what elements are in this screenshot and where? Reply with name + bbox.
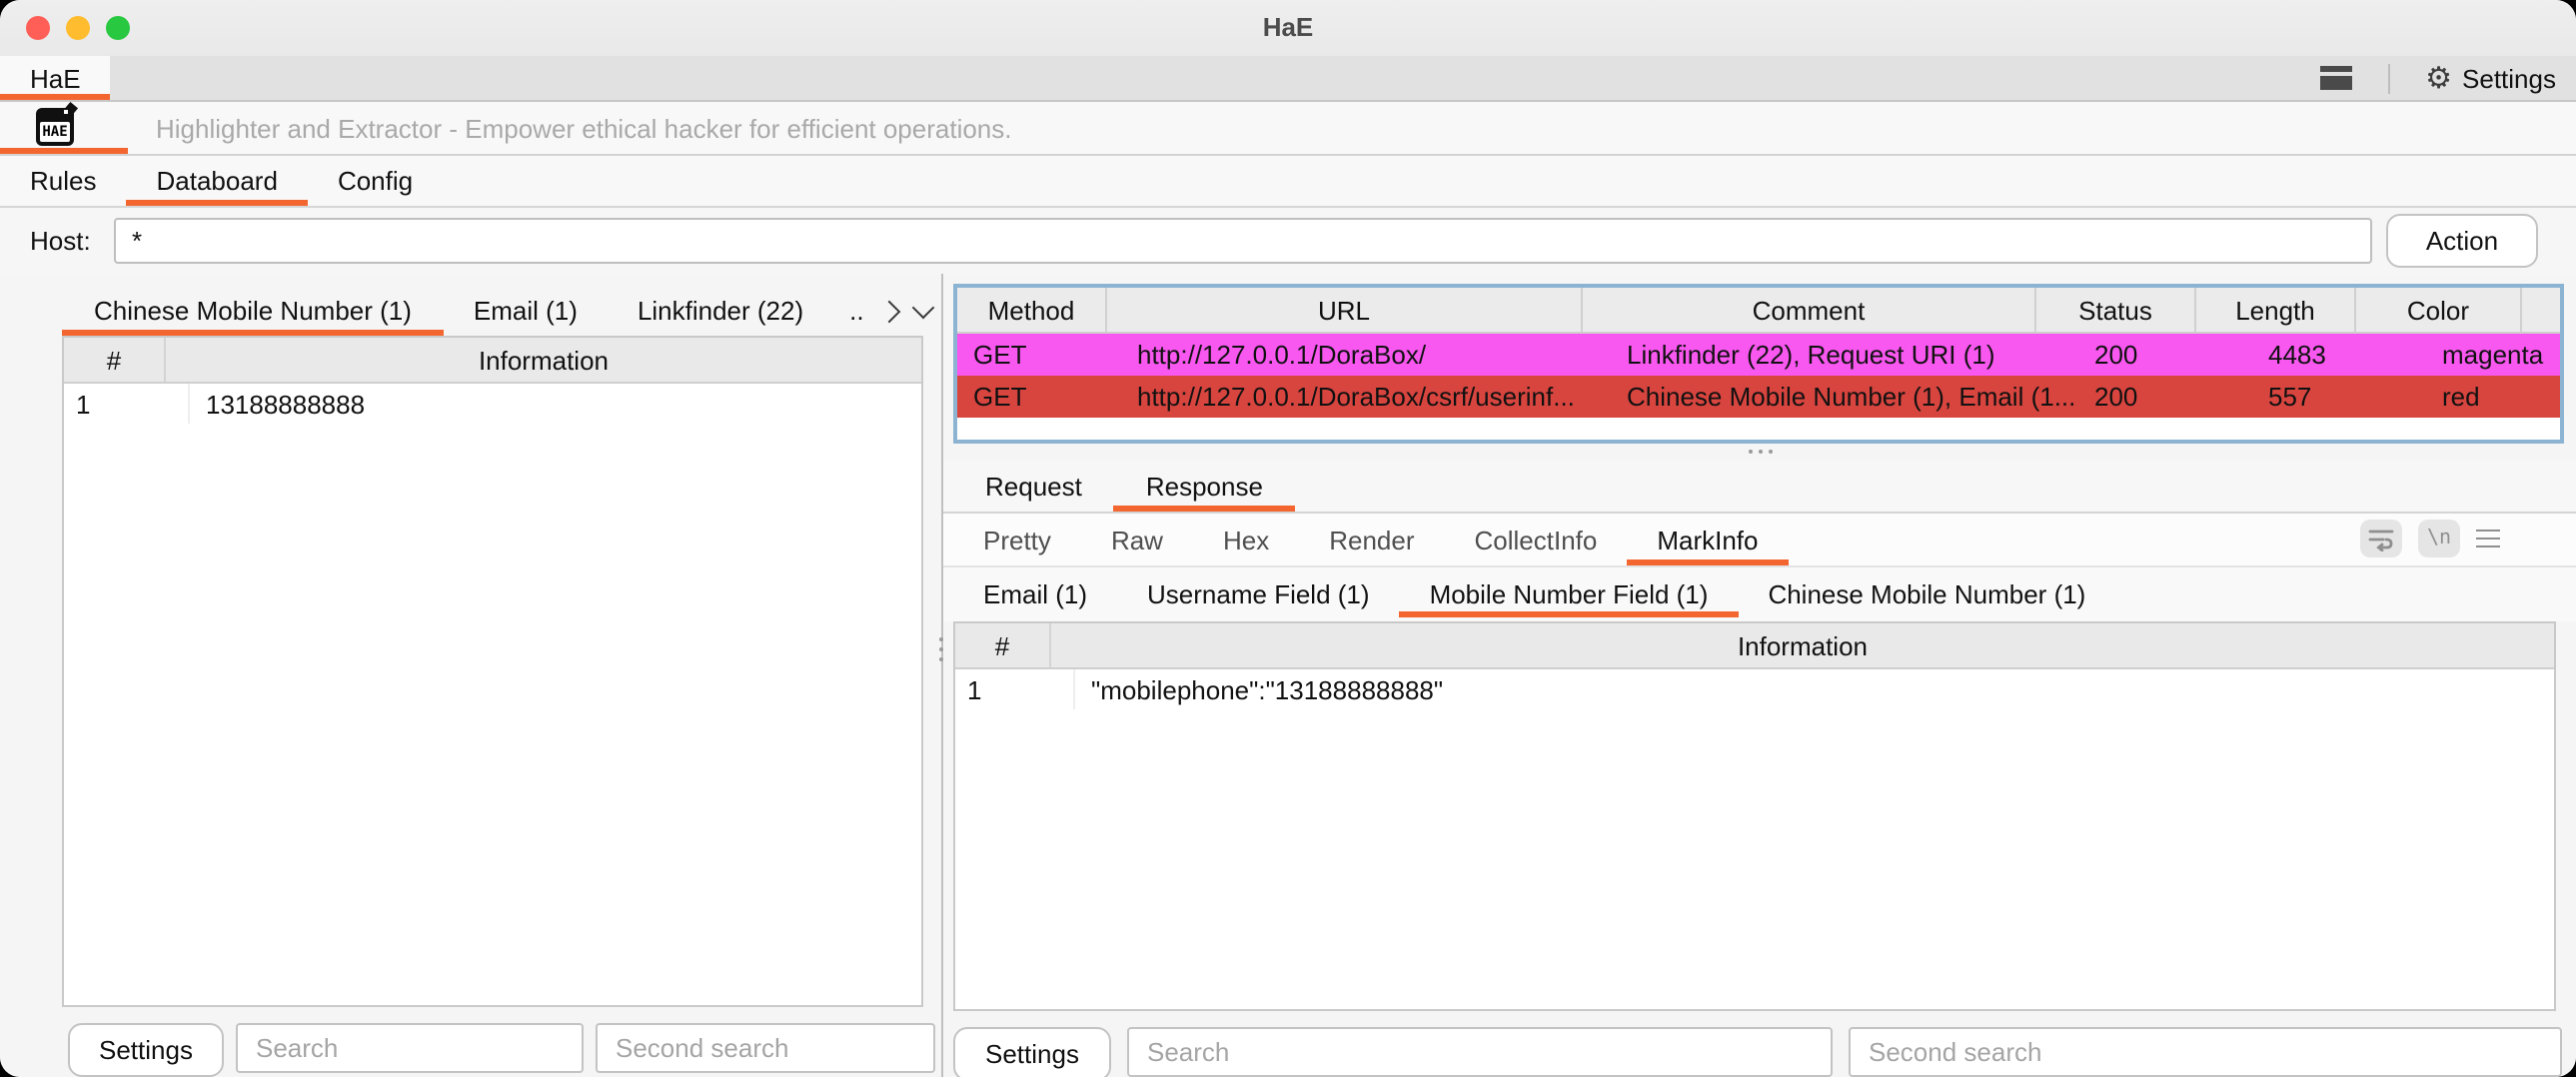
extract-type-tabs: Chinese Mobile Number (1) Email (1) Link…: [0, 286, 941, 336]
tab-request[interactable]: Request: [953, 460, 1114, 512]
right-panel: Method URL Comment Status Length Color G…: [943, 274, 2576, 1077]
column-header-num[interactable]: #: [955, 623, 1051, 667]
host-input[interactable]: [114, 218, 2372, 264]
column-header-comment[interactable]: Comment: [1583, 288, 2036, 332]
column-header-information[interactable]: Information: [1051, 623, 2554, 667]
right-footer: Settings: [943, 1027, 2576, 1077]
tab-mobile-number-field[interactable]: Mobile Number Field (1): [1400, 567, 1739, 621]
horizontal-splitter[interactable]: [943, 444, 2576, 460]
table-row[interactable]: 1 13188888888: [64, 384, 921, 424]
tab-hae-label: HaE: [30, 63, 81, 93]
tab-render[interactable]: Render: [1299, 514, 1444, 565]
request-row-red[interactable]: GET http://127.0.0.1/DoraBox/csrf/userin…: [957, 376, 2560, 418]
tab-email[interactable]: Email (1): [444, 286, 608, 336]
left-panel: Chinese Mobile Number (1) Email (1) Link…: [0, 274, 941, 1077]
tab-hae[interactable]: HaE: [0, 56, 111, 100]
tab-markinfo[interactable]: MarkInfo: [1627, 514, 1788, 565]
column-header-url[interactable]: URL: [1107, 288, 1583, 332]
app-window: HaE HaE ⚙ Settings HAE Highlighter and E…: [0, 0, 2576, 1077]
action-button[interactable]: Action: [2386, 214, 2538, 268]
databoard-content: Chinese Mobile Number (1) Email (1) Link…: [0, 274, 2576, 1077]
column-header-method[interactable]: Method: [957, 288, 1107, 332]
tab-databoard[interactable]: Databoard: [127, 156, 308, 206]
extension-header: HAE Highlighter and Extractor - Empower …: [0, 102, 2576, 156]
tab-config[interactable]: Config: [308, 156, 443, 206]
tab-chinese-mobile-number[interactable]: Chinese Mobile Number (1): [62, 286, 444, 336]
tab-chinese-mobile-number-right[interactable]: Chinese Mobile Number (1): [1738, 567, 2115, 621]
menu-icon[interactable]: [2476, 530, 2500, 548]
message-tabs: Request Response: [943, 460, 2576, 514]
word-wrap-icon[interactable]: [2360, 520, 2402, 557]
markinfo-table: # Information 1 "mobilephone":"131888888…: [953, 621, 2556, 1011]
tab-linkfinder[interactable]: Linkfinder (22): [608, 286, 833, 336]
tab-username-field[interactable]: Username Field (1): [1117, 567, 1400, 621]
left-search-input[interactable]: [236, 1023, 584, 1073]
divider: [2387, 63, 2389, 93]
extension-nav-tabs: Rules Databoard Config: [0, 156, 2576, 208]
extract-result-table: # Information 1 13188888888: [62, 336, 923, 1007]
scroll-tabs-button[interactable]: [872, 286, 907, 336]
left-settings-button[interactable]: Settings: [68, 1023, 224, 1077]
host-bar: Host: Action: [0, 208, 2576, 274]
tab-email-field[interactable]: Email (1): [953, 567, 1117, 621]
table-header: # Information: [64, 338, 921, 384]
left-second-search-input[interactable]: [596, 1023, 935, 1073]
column-header-num[interactable]: #: [64, 338, 166, 382]
chevron-down-icon: [912, 297, 935, 320]
chevron-right-icon: [878, 300, 901, 323]
layout-panel-icon[interactable]: [2319, 66, 2351, 90]
tab-response[interactable]: Response: [1114, 460, 1295, 512]
request-list-table: Method URL Comment Status Length Color G…: [953, 284, 2564, 444]
hae-logo-icon: HAE: [36, 108, 74, 146]
extension-subtitle: Highlighter and Extractor - Empower ethi…: [156, 102, 1012, 154]
gear-icon: ⚙: [2425, 63, 2452, 93]
table-row[interactable]: 1 "mobilephone":"13188888888": [955, 669, 2554, 709]
tab-list-dropdown[interactable]: [906, 286, 941, 336]
request-row-magenta[interactable]: GET http://127.0.0.1/DoraBox/ Linkfinder…: [957, 334, 2560, 376]
active-extension-underline: [0, 148, 128, 154]
titlebar: HaE: [0, 0, 2576, 56]
table-header: # Information: [955, 623, 2554, 669]
tab-rules[interactable]: Rules: [0, 156, 127, 206]
tab-pretty[interactable]: Pretty: [953, 514, 1081, 565]
window-title: HaE: [0, 12, 2576, 42]
request-table-header: Method URL Comment Status Length Color: [957, 288, 2560, 334]
column-header-filler: [2522, 288, 2560, 332]
column-header-status[interactable]: Status: [2036, 288, 2196, 332]
message-editor-toolbar: Pretty Raw Hex Render CollectInfo MarkIn…: [943, 514, 2576, 567]
right-second-search-input[interactable]: [1849, 1027, 2562, 1077]
settings-menu[interactable]: Settings: [2462, 63, 2556, 93]
right-search-input[interactable]: [1127, 1027, 1833, 1077]
column-header-length[interactable]: Length: [2196, 288, 2356, 332]
main-tab-bar: HaE ⚙ Settings: [0, 56, 2576, 102]
newline-icon[interactable]: \n: [2418, 520, 2460, 557]
column-header-color[interactable]: Color: [2356, 288, 2522, 332]
left-footer: Settings: [0, 1023, 941, 1073]
right-settings-button[interactable]: Settings: [953, 1027, 1111, 1077]
tab-hex[interactable]: Hex: [1193, 514, 1299, 565]
column-header-information[interactable]: Information: [166, 338, 921, 382]
tab-collectinfo[interactable]: CollectInfo: [1445, 514, 1628, 565]
markinfo-tabs: Email (1) Username Field (1) Mobile Numb…: [943, 567, 2576, 621]
tab-raw[interactable]: Raw: [1081, 514, 1193, 565]
tab-overflow-dots[interactable]: ..: [833, 286, 871, 336]
host-label: Host:: [30, 208, 91, 274]
